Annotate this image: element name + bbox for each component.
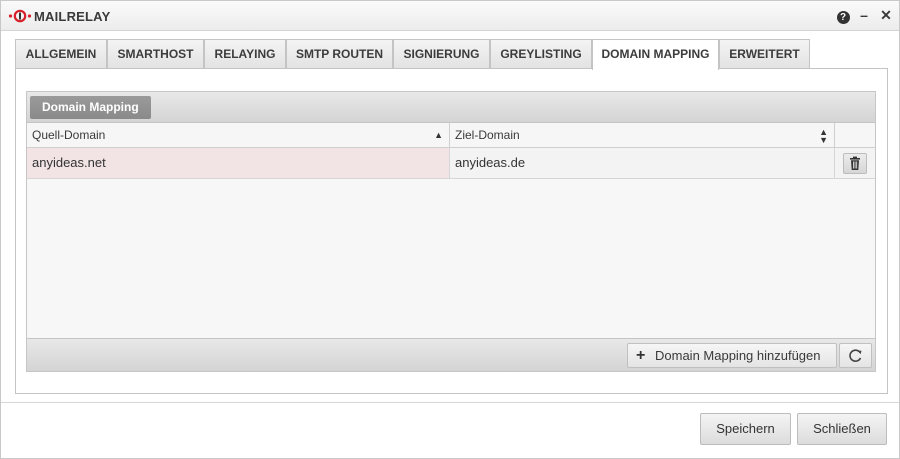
column-header-quell-domain[interactable]: Quell-Domain ▲ <box>27 123 450 148</box>
refresh-button[interactable] <box>839 343 872 368</box>
close-button[interactable]: Schließen <box>797 413 887 445</box>
grid-empty-area <box>27 179 875 338</box>
tab-erweitert[interactable]: ERWEITERT <box>719 39 810 69</box>
mailrelay-dialog: MAILRELAY ? – ✕ ALLGEMEIN SMARTHOST RELA… <box>0 0 900 459</box>
tab-signierung[interactable]: SIGNIERUNG <box>393 39 490 69</box>
trash-icon <box>850 156 860 170</box>
tab-smtp-routen[interactable]: SMTP ROUTEN <box>286 39 393 69</box>
tab-allgemein[interactable]: ALLGEMEIN <box>15 39 107 69</box>
tab-greylisting[interactable]: GREYLISTING <box>490 39 592 69</box>
grid-title: Domain Mapping <box>30 96 151 119</box>
refresh-icon <box>849 349 862 362</box>
column-header-actions <box>835 123 875 148</box>
minimize-button[interactable]: – <box>856 7 872 23</box>
tab-panel: Domain Mapping Quell-Domain ▲ Ziel-Domai… <box>15 68 888 394</box>
cell-quell-domain[interactable]: anyideas.net <box>27 148 450 179</box>
column-header-ziel-domain[interactable]: Ziel-Domain ▲ ▼ <box>450 123 835 148</box>
tab-relaying[interactable]: RELAYING <box>204 39 286 69</box>
window-title: MAILRELAY <box>34 9 111 24</box>
add-domain-mapping-label: Domain Mapping hinzufügen <box>655 348 821 363</box>
grid-footer: + Domain Mapping hinzufügen <box>27 338 875 371</box>
delete-row-button[interactable] <box>843 153 867 174</box>
cell-ziel-domain[interactable]: anyideas.de <box>450 148 835 179</box>
table-row[interactable]: anyideas.net anyideas.de <box>27 148 875 179</box>
save-button[interactable]: Speichern <box>700 413 791 445</box>
tab-domain-mapping[interactable]: DOMAIN MAPPING <box>592 39 719 70</box>
column-label-ziel-domain: Ziel-Domain <box>455 128 520 142</box>
close-window-button[interactable]: ✕ <box>878 7 894 23</box>
help-button[interactable]: ? <box>835 7 851 24</box>
column-label-quell-domain: Quell-Domain <box>32 128 106 142</box>
titlebar: MAILRELAY ? – ✕ <box>1 1 899 31</box>
help-icon: ? <box>836 11 850 24</box>
sort-updown-icon: ▲ ▼ <box>819 127 828 145</box>
plus-icon: + <box>636 347 646 364</box>
add-domain-mapping-button[interactable]: + Domain Mapping hinzufügen <box>627 343 837 368</box>
domain-mapping-grid: Domain Mapping Quell-Domain ▲ Ziel-Domai… <box>26 91 876 372</box>
sort-ascending-icon: ▲ <box>434 130 443 140</box>
tab-smarthost[interactable]: SMARTHOST <box>107 39 204 69</box>
footer-divider <box>1 402 899 403</box>
mailrelay-logo-icon <box>8 9 32 23</box>
grid-toolbar: Domain Mapping <box>27 92 875 123</box>
cell-actions <box>835 148 875 179</box>
